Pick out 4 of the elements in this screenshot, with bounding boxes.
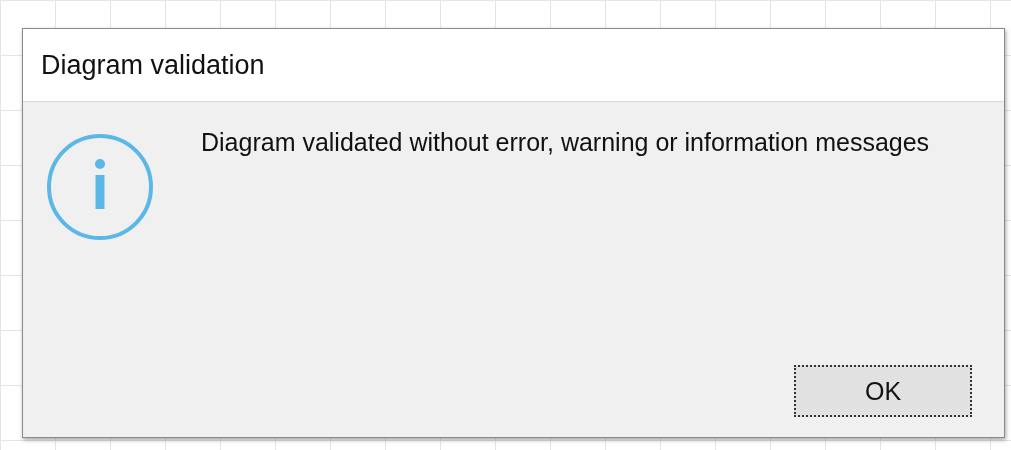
ok-button[interactable]: OK: [794, 365, 972, 417]
info-icon: [45, 132, 155, 242]
window-title: Diagram validation: [41, 49, 265, 81]
message-text: Diagram validated without error, warning or information messages: [201, 128, 930, 158]
